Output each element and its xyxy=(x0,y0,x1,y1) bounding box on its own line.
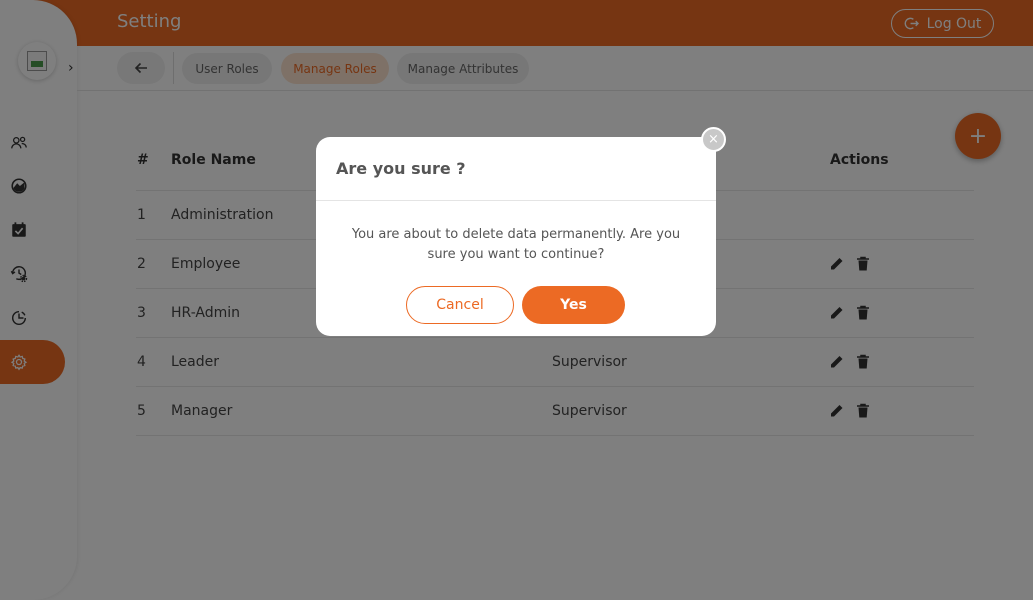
cancel-button[interactable]: Cancel xyxy=(406,286,514,324)
dialog-divider xyxy=(316,200,716,201)
confirm-dialog: Are you sure ? You are about to delete d… xyxy=(316,137,716,336)
dialog-title: Are you sure ? xyxy=(336,159,466,178)
close-icon[interactable]: × xyxy=(701,127,726,152)
dialog-message: You are about to delete data permanently… xyxy=(351,227,681,262)
confirm-yes-button[interactable]: Yes xyxy=(522,286,625,324)
